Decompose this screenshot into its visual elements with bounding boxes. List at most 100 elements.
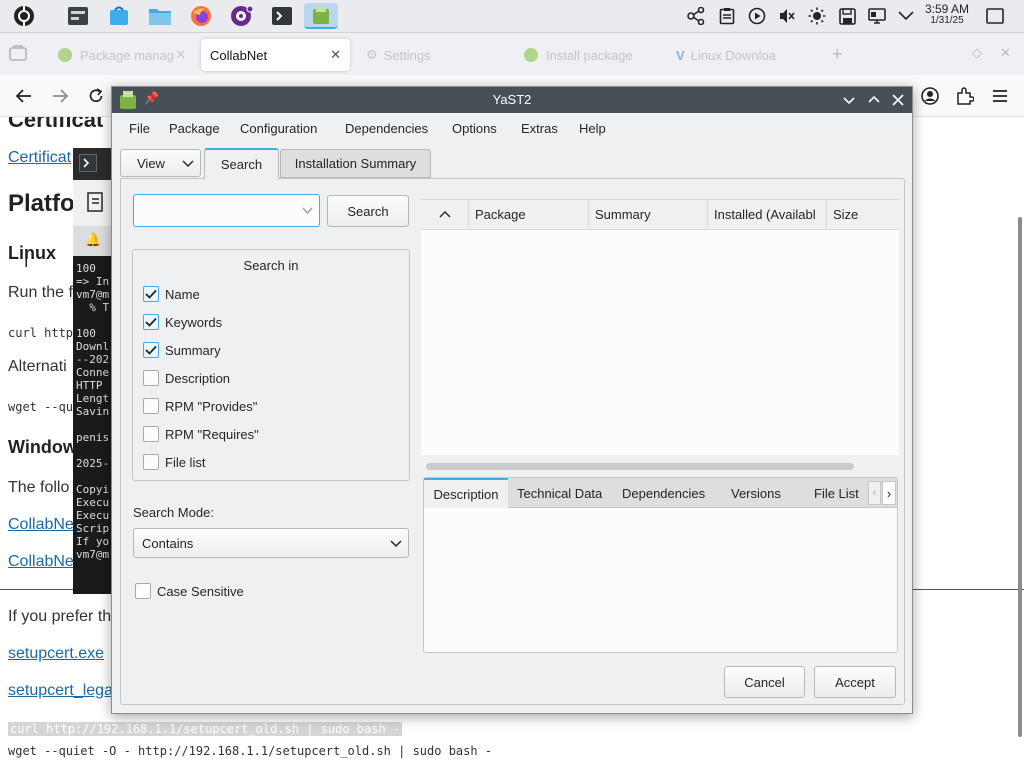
menu-configuration[interactable]: Configuration [240, 121, 317, 136]
browser-tab-linux-download[interactable]: V Linux Downloa [670, 39, 810, 71]
menu-options[interactable]: Options [452, 121, 497, 136]
tab-dependencies[interactable]: Dependencies [622, 478, 705, 508]
link-collabnet-2[interactable]: CollabNe [8, 553, 74, 571]
accept-button[interactable]: Accept [814, 666, 896, 698]
tab-versions[interactable]: Versions [731, 478, 781, 508]
search-in-checkbox[interactable] [143, 454, 159, 470]
terminal-line: vm7@m [76, 288, 110, 301]
network-share-icon[interactable] [686, 6, 706, 26]
terminal-window[interactable]: 🔔 100 => In vm7@m % T 100 Downl --202 Conne HTT… [73, 148, 113, 594]
forward-icon[interactable] [47, 84, 73, 108]
brightness-icon[interactable] [807, 6, 827, 26]
discover-store-icon[interactable] [105, 3, 133, 29]
account-icon[interactable] [917, 84, 943, 108]
terminal-line: 100 [76, 262, 96, 275]
column-size[interactable]: Size [827, 200, 899, 228]
media-play-icon[interactable] [747, 6, 767, 26]
terminal-output[interactable]: 100 => In vm7@m % T 100 Downl --202 Conne HTTP … [73, 256, 113, 594]
minimize-chevron-icon[interactable] [842, 93, 856, 110]
save-disk-icon[interactable] [837, 6, 857, 26]
code-curl-full: curl http://192.168.1.1/setupcert_old.sh… [8, 722, 403, 736]
menu-file[interactable]: File [129, 121, 150, 136]
menu-package[interactable]: Package [169, 121, 220, 136]
show-desktop-icon[interactable] [985, 6, 1005, 26]
search-in-checkbox[interactable] [143, 398, 159, 414]
menu-dependencies[interactable]: Dependencies [345, 121, 428, 136]
file-manager-icon[interactable] [146, 3, 174, 29]
tray-expand-chevron-icon[interactable] [896, 6, 916, 26]
volume-muted-icon[interactable] [777, 6, 797, 26]
tab-description[interactable]: Description [424, 478, 508, 508]
close-window-icon[interactable]: ✕ [1000, 45, 1011, 61]
window-title: YaST2 [492, 92, 532, 107]
tab-scroll-left-icon[interactable]: ‹ [868, 481, 881, 505]
horizontal-scrollbar[interactable] [426, 463, 854, 470]
terminal-icon [79, 154, 97, 172]
terminal-tabbar: 🔔 [73, 226, 113, 256]
search-in-checkbox[interactable] [143, 426, 159, 442]
link-setupcert-legacy[interactable]: setupcert_lega [8, 682, 113, 700]
search-in-checkbox[interactable] [143, 286, 159, 302]
maximize-chevron-icon[interactable] [867, 93, 881, 110]
system-settings-taskbar-icon[interactable] [64, 3, 92, 29]
column-summary[interactable]: Summary [589, 200, 708, 228]
display-network-icon[interactable] [867, 6, 887, 26]
terminal-line: vm7@m [76, 548, 110, 561]
terminal-line: If yo [76, 535, 110, 548]
terminal-line: Execu [76, 496, 110, 509]
chevron-down-icon[interactable] [302, 207, 313, 215]
page-scrollbar[interactable] [1018, 217, 1022, 737]
close-tab-icon[interactable]: ✕ [330, 47, 341, 63]
search-in-checkbox[interactable] [143, 342, 159, 358]
new-tab-icon[interactable]: + [832, 44, 843, 65]
search-in-label: Description [165, 371, 231, 386]
firefox-icon[interactable] [187, 3, 215, 29]
tab-technical-data[interactable]: Technical Data [517, 478, 602, 508]
firefox-view-icon[interactable] [8, 43, 30, 65]
tab-search[interactable]: Search [204, 148, 279, 179]
cancel-button[interactable]: Cancel [724, 666, 805, 698]
terminal-line: Conne [76, 366, 110, 379]
browser-tab-settings[interactable]: ⚙ Settings [360, 39, 500, 71]
tab-file-list[interactable]: File List [814, 478, 859, 508]
case-sensitive-checkbox[interactable] [135, 583, 151, 599]
search-input[interactable] [133, 194, 320, 227]
terminal-taskbar-icon[interactable] [268, 3, 296, 29]
search-in-checkbox[interactable] [143, 370, 159, 386]
yast-taskbar-icon[interactable] [304, 3, 338, 29]
close-icon[interactable] [891, 93, 905, 110]
column-installed[interactable]: Installed (Availabl [708, 200, 827, 228]
close-tab-icon[interactable]: ✕ [175, 47, 186, 63]
browser-tab-collabnet[interactable]: CollabNet ✕ [201, 39, 350, 71]
browser-tab-package-manager[interactable]: Package manag ✕ [52, 39, 192, 71]
view-dropdown[interactable]: View [120, 149, 201, 177]
search-button[interactable]: Search [327, 195, 409, 227]
clock-time: 3:59 AM [924, 2, 970, 16]
heading-platform: Platfo [8, 190, 75, 217]
link-collabnet-1[interactable]: CollabNe [8, 516, 74, 534]
title-bar[interactable]: 📌 YaST2 [112, 87, 912, 113]
link-setupcert-exe[interactable]: setupcert.exe [8, 645, 104, 663]
menu-hamburger-icon[interactable] [987, 84, 1013, 108]
app-launcher-icon[interactable] [10, 3, 38, 29]
clock[interactable]: 3:59 AM 1/31/25 [918, 3, 976, 27]
sort-status-column[interactable] [421, 200, 469, 228]
extensions-icon[interactable] [952, 84, 978, 108]
back-icon[interactable] [11, 84, 37, 108]
link-certificate[interactable]: Certificat [8, 149, 71, 167]
browser-tab-install-package[interactable]: Install package [518, 39, 658, 71]
search-mode-select[interactable]: Contains [133, 528, 409, 558]
clipboard-icon[interactable] [717, 6, 737, 26]
tab-list-icon[interactable]: ◇ [972, 45, 982, 61]
menu-extras[interactable]: Extras [521, 121, 558, 136]
tab-scroll-right-icon[interactable]: › [882, 481, 896, 505]
menu-help[interactable]: Help [579, 121, 606, 136]
reload-icon[interactable] [83, 84, 109, 108]
tab-installation-summary[interactable]: Installation Summary [280, 149, 431, 178]
column-package[interactable]: Package [469, 200, 589, 228]
search-in-checkbox[interactable] [143, 314, 159, 330]
media-player-icon[interactable] [228, 3, 256, 29]
package-table[interactable]: Package Summary Installed (Availabl Size [421, 199, 899, 470]
